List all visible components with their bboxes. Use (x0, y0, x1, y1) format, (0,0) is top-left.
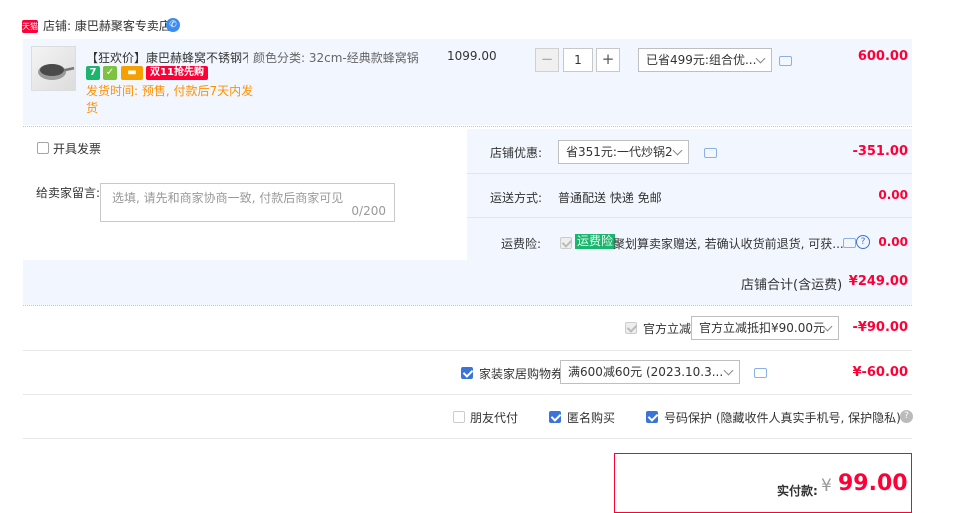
privacy-label: 号码保护 (隐藏收件人真实手机号, 保护隐私) (664, 411, 901, 425)
insurance-tag: 运费险 (575, 234, 616, 249)
shop-discount-label: 店铺优惠: (490, 146, 543, 160)
official-discount-value: 官方立减抵扣¥90.00元 (699, 321, 825, 335)
insurance-amount: 0.00 (878, 235, 908, 249)
payment-label: 实付款: (777, 484, 818, 498)
anonymous-label: 匿名购买 (567, 411, 616, 425)
tmall-badge: 天猫 (22, 20, 38, 33)
item-title-link[interactable]: 【狂欢价】康巴赫蜂窝不锈钢不... (86, 49, 248, 66)
coupon-checkbox[interactable] (461, 367, 473, 379)
divider (23, 438, 912, 439)
ship-time-line1: 发货时间: 预售, 付款后7天内发 (86, 84, 254, 98)
insurance-checkbox[interactable] (560, 237, 572, 249)
ship-time-line2: 货 (86, 101, 99, 115)
official-discount-amount: -¥90.00 (852, 320, 908, 335)
coupon-select[interactable]: 满600减60元 (2023.10.3... (560, 360, 740, 384)
shield-guarantee-icon: ✓ (103, 66, 117, 80)
shop-total-amount: ¥249.00 (848, 274, 908, 289)
divider (23, 350, 912, 351)
coupon-chat-icon[interactable] (754, 368, 767, 378)
currency-symbol: ¥ (821, 476, 832, 496)
shop-name[interactable]: 店铺: 康巴赫聚客专卖店 (43, 18, 171, 35)
message-placeholder: 选填, 请先和商家协商一致, 付款后商家可见 (112, 191, 344, 205)
chevron-down-icon (672, 145, 683, 156)
divider (23, 394, 912, 395)
shop-total-divider (23, 305, 912, 306)
double11-badge: 双11抢先购 (146, 66, 208, 80)
discount-chat-icon[interactable] (704, 148, 717, 158)
official-discount-label: 官方立减 (643, 322, 692, 336)
chevron-down-icon (755, 53, 766, 64)
coupon-label: 家装家居购物券 (479, 367, 564, 381)
insurance-text: 聚划算卖家赠送, 若确认收货前退货, 可获... (613, 237, 844, 251)
seven-day-return-icon: 7 (86, 66, 100, 80)
quantity-increase-button[interactable]: + (596, 48, 620, 72)
official-discount-select[interactable]: 官方立减抵扣¥90.00元 (691, 316, 839, 340)
friend-pay-checkbox[interactable] (453, 411, 465, 423)
help-icon[interactable]: ? (900, 410, 913, 423)
shop-discount-amount: -351.00 (852, 144, 908, 159)
coupon-amount: ¥-60.00 (852, 365, 908, 380)
shop-discount-value: 省351元:一代炒锅2 (566, 145, 673, 159)
message-field[interactable]: 选填, 请先和商家协商一致, 付款后商家可见 0/200 (100, 183, 395, 222)
message-label: 给卖家留言: (36, 186, 101, 200)
shipping-method: 普通配送 快递 免邮 (558, 191, 662, 205)
official-discount-checkbox[interactable] (625, 322, 637, 334)
shop-discount-select[interactable]: 省351元:一代炒锅2 (558, 140, 689, 164)
anonymous-checkbox[interactable] (549, 411, 561, 423)
payment-amount: 99.00 (838, 471, 908, 496)
item-divider (23, 126, 912, 127)
promo-chat-icon[interactable] (779, 56, 792, 66)
panel-divider (467, 217, 912, 218)
shipping-amount: 0.00 (878, 188, 908, 202)
item-promo-value: 已省499元:组合优... (646, 53, 757, 67)
shipping-label: 运送方式: (490, 191, 543, 205)
item-subtotal: 600.00 (857, 49, 908, 64)
friend-pay-label: 朋友代付 (470, 411, 519, 425)
unit-price: 1099.00 (447, 49, 497, 63)
privacy-checkbox[interactable] (646, 411, 658, 423)
item-promo-select[interactable]: 已省499元:组合优... (638, 48, 772, 72)
invoice-checkbox[interactable] (37, 142, 49, 154)
product-thumbnail[interactable] (31, 46, 76, 91)
invoice-label: 开具发票 (53, 142, 102, 156)
message-counter: 0/200 (351, 204, 386, 218)
coupon-value: 满600减60元 (2023.10.3... (568, 365, 724, 379)
panel-divider (467, 173, 912, 174)
credit-card-icon: ▬ (121, 66, 143, 80)
quantity-input[interactable]: 1 (563, 48, 593, 72)
quantity-decrease-button[interactable]: − (535, 48, 559, 72)
item-spec: 颜色分类: 32cm-经典款蜂窝锅 (253, 51, 419, 65)
wangwang-chat-icon[interactable]: ✆ (166, 18, 180, 32)
insurance-label: 运费险: (501, 237, 542, 251)
wok-image-icon (38, 64, 75, 80)
payment-total-box: 实付款: ¥ 99.00 (614, 453, 912, 513)
chevron-down-icon (723, 365, 734, 376)
